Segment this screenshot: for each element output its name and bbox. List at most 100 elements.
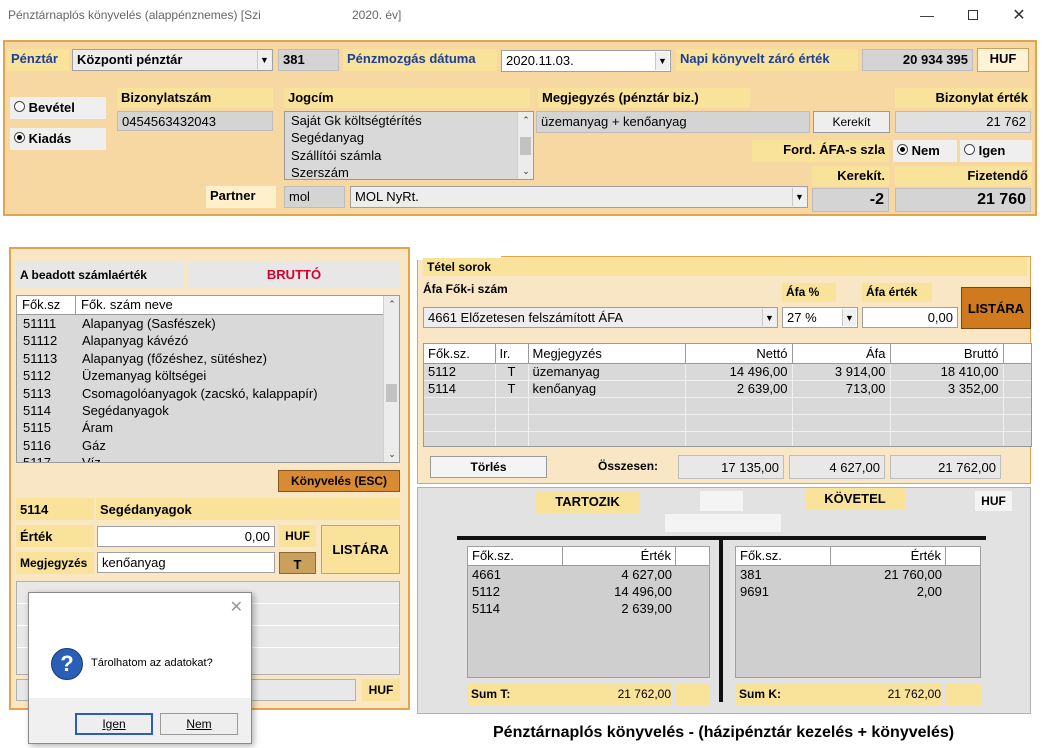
- kiadas-radio[interactable]: Kiadás: [10, 128, 106, 150]
- chevron-down-icon[interactable]: ▼: [655, 52, 669, 70]
- partner-code[interactable]: mol: [284, 186, 345, 208]
- kovetel-table[interactable]: Fők.sz. Érték 381 21 760,00 9691 2,00: [735, 546, 981, 678]
- table-row[interactable]: 4661 4 627,00: [468, 566, 709, 583]
- table-row[interactable]: 5116 Gáz: [17, 437, 399, 454]
- ford-afa-nem-radio[interactable]: Nem: [893, 140, 957, 162]
- maximize-icon[interactable]: [950, 0, 996, 30]
- scrollbar-thumb[interactable]: [520, 137, 531, 155]
- nem-button[interactable]: Nem: [160, 713, 238, 735]
- megjegyzes-field[interactable]: üzemanyag + kenőanyag: [536, 111, 810, 133]
- t-button[interactable]: T: [279, 552, 316, 574]
- chevron-down-icon[interactable]: ⌄: [518, 163, 533, 179]
- torles-button[interactable]: Törlés: [430, 456, 547, 478]
- table-row[interactable]: [424, 397, 1031, 415]
- col-fokszam[interactable]: Fők.sz: [17, 296, 76, 314]
- tartozik-table[interactable]: Fők.sz. Érték 4661 4 627,00 5112 14 496,00 5…: [467, 546, 710, 678]
- listara-button-right[interactable]: LISTÁRA: [961, 287, 1031, 329]
- kerekit-label: Kerekít.: [812, 166, 889, 186]
- chevron-down-icon[interactable]: ▼: [257, 51, 271, 69]
- table-row[interactable]: [424, 414, 1031, 432]
- close-icon[interactable]: ✕: [230, 597, 243, 617]
- tartozik-col-ertek[interactable]: Érték: [563, 547, 676, 565]
- jogcim-list[interactable]: Saját Gk költségtérítés Segédanyag Szállít…: [284, 111, 534, 180]
- column-header[interactable]: Bruttó: [890, 344, 1004, 364]
- column-header[interactable]: Megjegyzés: [528, 344, 686, 364]
- bottom-currency: HUF: [362, 679, 400, 701]
- list-item[interactable]: Szállítói számla: [285, 147, 533, 164]
- chevron-up-icon[interactable]: ⌃: [518, 112, 533, 128]
- account-list[interactable]: Fők.sz Fők. szám neve 51111 Alapanyag (Sa…: [16, 295, 400, 463]
- tetel-grid[interactable]: Fők.sz. Ir. Megjegyzés Nettó Áfa Bruttó 5112 T…: [423, 343, 1032, 447]
- ford-afa-igen-radio[interactable]: Igen: [960, 140, 1032, 162]
- dialog-message: Tárolhatom az adatokat?: [91, 657, 213, 669]
- minimize-icon[interactable]: —: [904, 0, 950, 30]
- chevron-down-icon[interactable]: ▼: [762, 309, 776, 326]
- chevron-down-icon[interactable]: ▼: [842, 309, 856, 326]
- list-item[interactable]: Saját Gk költségtérítés: [285, 112, 533, 129]
- scrollbar[interactable]: ⌃ ⌄: [383, 296, 399, 462]
- date-value: 2020.11.03.: [506, 53, 574, 68]
- konyveles-button[interactable]: Könyvelés (ESC): [278, 470, 400, 492]
- afa-ertek-input[interactable]: 0,00: [862, 307, 958, 328]
- chevron-up-icon[interactable]: ⌃: [384, 296, 399, 312]
- sum-k-value: 21 762,00: [887, 687, 941, 701]
- table-row[interactable]: 9691 2,00: [736, 583, 980, 600]
- column-header[interactable]: Fők.sz.: [424, 344, 496, 364]
- table-cell: T: [495, 363, 529, 381]
- afa-fok-select[interactable]: 4661 Előzetesen felszámított ÁFA ▼: [423, 307, 778, 328]
- table-cell: [792, 397, 891, 415]
- kovetel-label: KÖVETEL: [805, 488, 905, 510]
- ledger-fokszam: 5112: [472, 584, 500, 599]
- column-header[interactable]: Nettó: [685, 344, 793, 364]
- table-row[interactable]: 5114 Tkenőanyag 2 639,00 713,00 3 352,00: [424, 380, 1031, 398]
- table-row[interactable]: 5112 Tüzemanyag 14 496,00 3 914,00 18 410,00: [424, 363, 1031, 381]
- list-item[interactable]: Segédanyag: [285, 129, 533, 146]
- partner-select[interactable]: MOL NyRt. ▼: [350, 186, 808, 208]
- table-row[interactable]: 5114 Segédanyagok: [17, 402, 399, 419]
- close-icon[interactable]: ✕: [996, 0, 1042, 30]
- table-row[interactable]: 5115 Áram: [17, 419, 399, 436]
- table-row[interactable]: 51112 Alapanyag kávézó: [17, 332, 399, 349]
- account-code: 51113: [23, 350, 58, 366]
- penztar-select[interactable]: Központi pénztár ▼: [72, 49, 273, 71]
- table-cell: [528, 431, 686, 446]
- radio-off-icon: [14, 101, 25, 112]
- table-row[interactable]: 5112 Üzemanyag költségei: [17, 367, 399, 384]
- table-row[interactable]: 5112 14 496,00: [468, 583, 709, 600]
- title-bar: Pénztárnaplós könyvelés (alappénznemes) …: [0, 0, 1043, 30]
- scrollbar[interactable]: ⌃ ⌄: [517, 112, 533, 179]
- table-row[interactable]: 51113 Alapanyag (főzéshez, sütéshez): [17, 350, 399, 367]
- table-cell: [792, 431, 891, 446]
- listara-button-left[interactable]: LISTÁRA: [321, 525, 400, 574]
- table-row[interactable]: 5117 Víz: [17, 454, 399, 462]
- kerekit-button[interactable]: Kerekít: [813, 111, 890, 133]
- date-picker[interactable]: 2020.11.03. ▼: [501, 50, 671, 72]
- osszesen-label: Összesen:: [598, 459, 659, 473]
- bizonylatszam-field[interactable]: 0454563432043: [117, 111, 273, 131]
- table-row[interactable]: 381 21 760,00: [736, 566, 980, 583]
- account-code: 51111: [23, 316, 57, 331]
- ledger-fokszam: 9691: [740, 584, 769, 599]
- kovetel-col-ertek[interactable]: Érték: [831, 547, 946, 565]
- table-row[interactable]: 5113 Csomagolóanyagok (zacskó, kalappapír…: [17, 385, 399, 402]
- afa-pct-label: Áfa %: [782, 283, 836, 302]
- chevron-down-icon[interactable]: ⌄: [384, 446, 399, 462]
- table-cell: [495, 431, 529, 446]
- bevetel-radio[interactable]: Bevétel: [10, 97, 106, 119]
- chevron-down-icon[interactable]: ▼: [792, 188, 806, 206]
- list-item[interactable]: Szerszám: [285, 164, 533, 179]
- table-cell: 18 410,00: [890, 363, 1004, 381]
- afa-pct-select[interactable]: 27 % ▼: [782, 307, 858, 328]
- table-row[interactable]: [424, 431, 1031, 446]
- scrollbar-thumb[interactable]: [386, 384, 397, 402]
- column-header[interactable]: Áfa: [792, 344, 891, 364]
- column-header[interactable]: Ir.: [495, 344, 529, 364]
- ertek-input[interactable]: 0,00: [97, 526, 275, 547]
- col-nev[interactable]: Fők. szám neve: [76, 296, 399, 314]
- table-row[interactable]: 51111 Alapanyag (Sasfészek): [17, 315, 399, 332]
- table-row[interactable]: 5114 2 639,00: [468, 600, 709, 617]
- tartozik-col-fokszam[interactable]: Fők.sz.: [468, 547, 563, 565]
- megjegyzes-input-left[interactable]: kenőanyag: [97, 552, 275, 573]
- kovetel-col-fokszam[interactable]: Fők.sz.: [736, 547, 831, 565]
- igen-button[interactable]: Igen: [75, 713, 153, 735]
